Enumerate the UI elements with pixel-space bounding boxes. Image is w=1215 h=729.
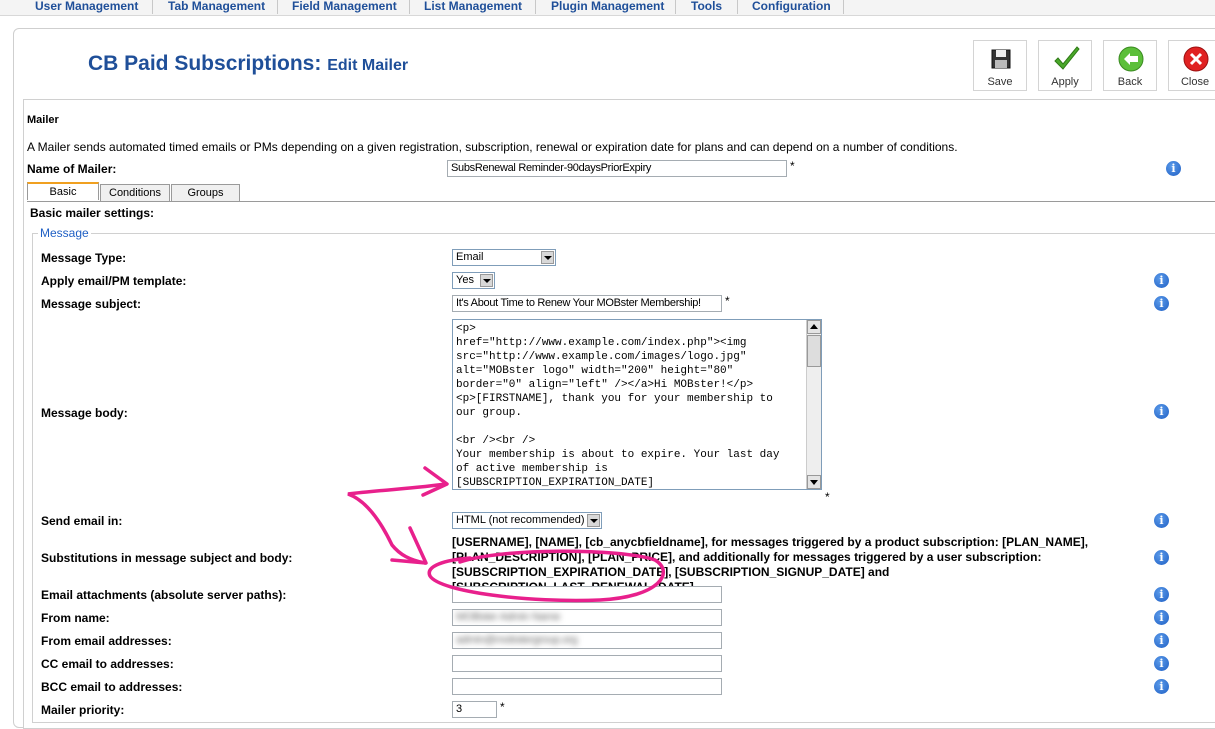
scroll-down-icon[interactable] <box>807 475 821 489</box>
back-label: Back <box>1117 76 1143 88</box>
message-type-value: Email <box>456 251 484 263</box>
message-type-label: Message Type: <box>41 251 127 265</box>
scroll-thumb[interactable] <box>807 335 821 367</box>
menu-list-management[interactable]: List Management <box>424 0 522 13</box>
tab-divider <box>27 201 1215 202</box>
menu-separator <box>843 0 844 14</box>
save-button[interactable]: Save <box>973 40 1027 91</box>
body-label: Message body: <box>41 406 128 420</box>
close-label: Close <box>1180 76 1210 88</box>
info-icon[interactable]: i <box>1154 550 1169 565</box>
from-email-input[interactable]: admin@mobstergroup.org <box>452 632 722 649</box>
required-marker: * <box>500 700 505 714</box>
from-name-value: MOBster Admin Name <box>456 611 561 623</box>
basic-settings-heading: Basic mailer settings: <box>30 206 155 220</box>
apply-template-select[interactable]: Yes <box>452 272 495 289</box>
attachments-label: Email attachments (absolute server paths… <box>41 588 287 602</box>
section-heading: Mailer <box>27 114 59 126</box>
menu-field-management[interactable]: Field Management <box>292 0 397 13</box>
from-email-label: From email addresses: <box>41 634 172 648</box>
tab-groups[interactable]: Groups <box>171 184 240 201</box>
send-in-value: HTML (not recommended) <box>456 514 585 526</box>
bcc-input[interactable] <box>452 678 722 695</box>
menu-tab-management[interactable]: Tab Management <box>168 0 265 13</box>
mailer-name-label: Name of Mailer: <box>27 162 117 176</box>
from-name-label: From name: <box>41 611 110 625</box>
body-scrollbar[interactable] <box>806 320 821 489</box>
close-icon <box>1183 46 1209 72</box>
info-icon[interactable]: i <box>1154 273 1169 288</box>
info-icon[interactable]: i <box>1154 679 1169 694</box>
message-body-textarea[interactable]: <p> href="http://www.example.com/index.p… <box>452 319 822 490</box>
message-body-text: <p> href="http://www.example.com/index.p… <box>456 323 780 489</box>
cc-input[interactable] <box>452 655 722 672</box>
page-title-main: CB Paid Subscriptions: <box>88 52 322 75</box>
menu-separator <box>277 0 278 14</box>
priority-input[interactable]: 3 <box>452 701 497 718</box>
menu-separator <box>535 0 536 14</box>
priority-label: Mailer priority: <box>41 703 125 717</box>
save-icon <box>991 49 1011 69</box>
from-name-input[interactable]: MOBster Admin Name <box>452 609 722 626</box>
save-label: Save <box>987 76 1013 88</box>
menu-separator <box>409 0 410 14</box>
apply-template-value: Yes <box>456 274 474 286</box>
info-icon[interactable]: i <box>1154 633 1169 648</box>
info-icon[interactable]: i <box>1154 296 1169 311</box>
apply-label: Apply <box>1051 76 1079 88</box>
send-in-label: Send email in: <box>41 514 123 528</box>
bcc-label: BCC email to addresses: <box>41 680 183 694</box>
section-description: A Mailer sends automated timed emails or… <box>27 140 958 154</box>
page-title: CB Paid Subscriptions: Edit Mailer <box>88 52 408 76</box>
info-icon[interactable]: i <box>1154 404 1169 419</box>
tab-conditions[interactable]: Conditions <box>100 184 170 201</box>
attachments-input[interactable] <box>452 586 722 603</box>
message-type-select[interactable]: Email <box>452 249 556 266</box>
top-menu: User Management Tab Management Field Man… <box>0 0 1215 16</box>
menu-separator <box>675 0 676 14</box>
menu-configuration[interactable]: Configuration <box>752 0 831 13</box>
back-arrow-icon <box>1118 46 1144 72</box>
info-icon[interactable]: i <box>1154 513 1169 528</box>
from-email-value: admin@mobstergroup.org <box>456 634 578 646</box>
menu-user-management[interactable]: User Management <box>35 0 138 13</box>
info-icon[interactable]: i <box>1166 161 1181 176</box>
info-icon[interactable]: i <box>1154 610 1169 625</box>
apply-template-label: Apply email/PM template: <box>41 274 187 288</box>
checkmark-icon <box>1054 46 1080 70</box>
info-icon[interactable]: i <box>1154 656 1169 671</box>
required-marker: * <box>725 294 730 308</box>
mailer-name-input[interactable]: SubsRenewal Reminder-90daysPriorExpiry <box>447 160 787 177</box>
subject-label: Message subject: <box>41 297 142 311</box>
scroll-up-icon[interactable] <box>807 320 821 334</box>
subject-input[interactable]: It's About Time to Renew Your MOBster Me… <box>452 295 722 312</box>
tab-basic[interactable]: Basic <box>27 182 99 200</box>
substitutions-label: Substitutions in message subject and bod… <box>41 551 293 565</box>
chevron-down-icon <box>480 274 493 287</box>
menu-tools[interactable]: Tools <box>691 0 722 13</box>
menu-plugin-management[interactable]: Plugin Management <box>551 0 664 13</box>
page-subtitle: Edit Mailer <box>327 57 409 74</box>
send-in-select[interactable]: HTML (not recommended) <box>452 512 602 529</box>
info-icon[interactable]: i <box>1154 587 1169 602</box>
cc-label: CC email to addresses: <box>41 657 174 671</box>
menu-separator <box>737 0 738 14</box>
menu-separator <box>152 0 153 14</box>
apply-button[interactable]: Apply <box>1038 40 1092 91</box>
chevron-down-icon <box>541 251 554 264</box>
message-legend: Message <box>38 226 91 240</box>
back-button[interactable]: Back <box>1103 40 1157 91</box>
close-button[interactable]: Close <box>1168 40 1215 91</box>
chevron-down-icon <box>587 514 600 527</box>
required-marker: * <box>790 159 795 173</box>
required-marker: * <box>825 490 830 504</box>
